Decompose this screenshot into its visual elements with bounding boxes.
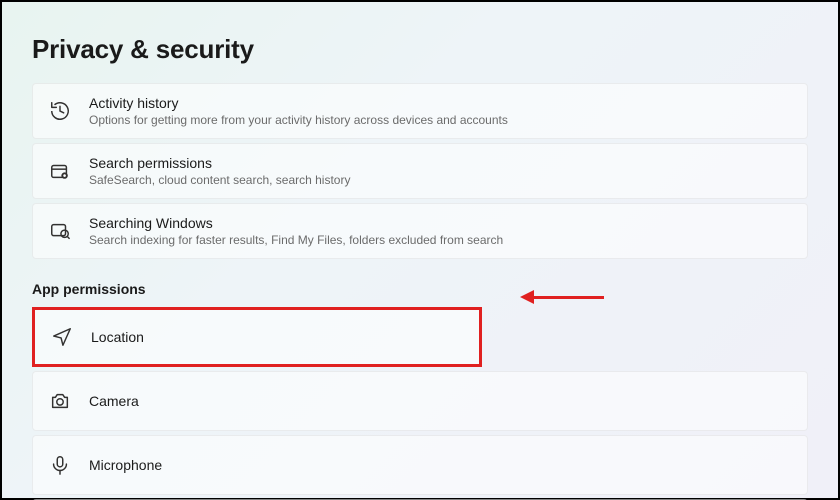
permission-location[interactable]: Location — [32, 307, 482, 367]
setting-title: Microphone — [89, 457, 162, 473]
location-icon — [51, 326, 73, 348]
microphone-icon — [49, 454, 71, 476]
annotation-arrow — [520, 290, 604, 304]
section-app-permissions: App permissions — [32, 281, 808, 297]
setting-desc: Search indexing for faster results, Find… — [89, 233, 503, 247]
setting-activity-history[interactable]: Activity history Options for getting mor… — [32, 83, 808, 139]
setting-title: Activity history — [89, 95, 508, 111]
setting-title: Search permissions — [89, 155, 350, 171]
setting-title: Camera — [89, 393, 139, 409]
setting-search-permissions[interactable]: Search permissions SafeSearch, cloud con… — [32, 143, 808, 199]
camera-icon — [49, 390, 71, 412]
setting-desc: SafeSearch, cloud content search, search… — [89, 173, 350, 187]
permission-camera[interactable]: Camera — [32, 371, 808, 431]
setting-searching-windows[interactable]: Searching Windows Search indexing for fa… — [32, 203, 808, 259]
setting-title: Searching Windows — [89, 215, 503, 231]
permission-microphone[interactable]: Microphone — [32, 435, 808, 495]
search-permissions-icon — [49, 160, 71, 182]
searching-windows-icon — [49, 220, 71, 242]
setting-desc: Options for getting more from your activ… — [89, 113, 508, 127]
activity-history-icon — [49, 100, 71, 122]
page-title: Privacy & security — [32, 34, 808, 65]
setting-title: Location — [91, 329, 144, 345]
